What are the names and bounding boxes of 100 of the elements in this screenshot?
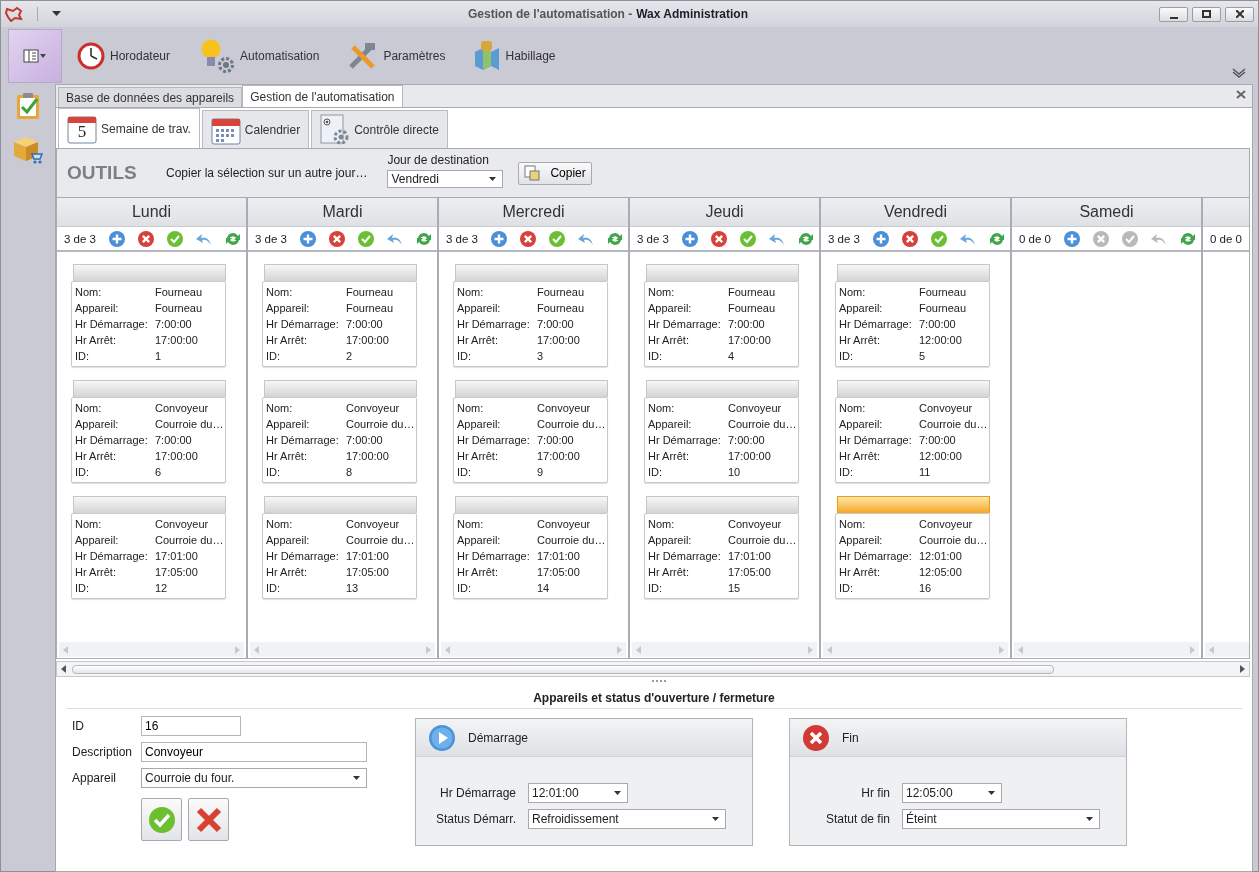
window-title: Gestion de l'automatisation - xyxy=(468,7,633,21)
view-tab[interactable]: Calendrier xyxy=(201,110,310,148)
dropdown-arrow-icon[interactable] xyxy=(489,176,497,181)
ribbon-button[interactable]: Horodateur xyxy=(76,40,171,71)
dropdown-arrow-icon[interactable] xyxy=(1086,817,1093,821)
dropdown-field[interactable]: Courroie du four. xyxy=(141,768,367,788)
splitter-grip[interactable] xyxy=(652,680,666,684)
collapse-ribbon-icon[interactable] xyxy=(1232,68,1246,78)
view-tab[interactable]: Contrôle directe xyxy=(311,110,448,148)
input-field[interactable]: 16 xyxy=(141,716,241,736)
field-label: Hr Arrêt: xyxy=(648,566,690,578)
card-header[interactable] xyxy=(455,264,608,281)
document-tab[interactable]: Base de données des appareils xyxy=(58,87,243,107)
box-cart-icon[interactable] xyxy=(12,134,44,164)
dropdown-arrow-icon[interactable] xyxy=(988,791,995,795)
dropdown-arrow-icon[interactable] xyxy=(353,776,360,780)
calendar-day-icon xyxy=(67,113,97,144)
card-header[interactable] xyxy=(837,264,990,281)
field-value: 11 xyxy=(919,466,931,478)
scroll-thumb[interactable] xyxy=(72,664,1054,674)
dropdown-field[interactable]: Refroidissement xyxy=(528,809,726,829)
card-header[interactable] xyxy=(73,496,226,513)
cancel-button[interactable] xyxy=(188,798,229,841)
horizontal-scrollbar[interactable] xyxy=(56,661,1250,677)
clock-icon[interactable] xyxy=(76,40,106,71)
device-card[interactable]: Nom: Convoyeur Appareil: Courroie du… Hr Démarrage: 17:01:00 Hr Arrêt: 17:05:00 ID: 15 xyxy=(644,513,799,599)
card-header[interactable] xyxy=(455,496,608,513)
card-header[interactable] xyxy=(264,496,417,513)
device-card[interactable]: Nom: Convoyeur Appareil: Courroie du… Hr Démarrage: 7:00:00 Hr Arrêt: 17:00:00 ID: 6 xyxy=(71,397,226,483)
delete-icon[interactable] xyxy=(901,229,919,248)
card-header[interactable] xyxy=(264,380,417,397)
card-header[interactable] xyxy=(837,496,990,513)
device-card[interactable]: Nom: Fourneau Appareil: Fourneau Hr Démarrage: 7:00:00 Hr Arrêt: 17:00:00 ID: 1 xyxy=(71,281,226,367)
device-card[interactable]: Nom: Fourneau Appareil: Fourneau Hr Démarrage: 7:00:00 Hr Arrêt: 12:00:00 ID: 5 xyxy=(835,281,990,367)
device-card[interactable]: Nom: Convoyeur Appareil: Courroie du… Hr Démarrage: 17:01:00 Hr Arrêt: 17:05:00 ID: 13 xyxy=(262,513,417,599)
delete-icon[interactable] xyxy=(519,229,537,248)
delete-icon[interactable] xyxy=(328,229,346,248)
ribbon-button[interactable]: Paramètres xyxy=(347,40,446,71)
device-card[interactable]: Nom: Fourneau Appareil: Fourneau Hr Démarrage: 7:00:00 Hr Arrêt: 17:00:00 ID: 4 xyxy=(644,281,799,367)
dropdown-arrow-icon[interactable] xyxy=(614,791,621,795)
clipboard-check-icon[interactable] xyxy=(15,92,41,120)
device-card[interactable]: Nom: Convoyeur Appareil: Courroie du… Hr Démarrage: 17:01:00 Hr Arrêt: 17:05:00 ID: 14 xyxy=(453,513,608,599)
copy-button[interactable]: Copier xyxy=(518,161,593,185)
device-card[interactable]: Nom: Convoyeur Appareil: Courroie du… Hr Démarrage: 12:01:00 Hr Arrêt: 12:05:00 ID: 16 xyxy=(835,513,990,599)
scroll-right-icon[interactable] xyxy=(1240,665,1245,673)
dropdown-field[interactable]: 12:01:00 xyxy=(528,783,628,803)
dropdown-field[interactable]: Éteint xyxy=(902,809,1100,829)
field-value: Fourneau xyxy=(728,302,776,314)
check-icon[interactable] xyxy=(1121,229,1139,248)
card-header[interactable] xyxy=(73,380,226,397)
check-icon[interactable] xyxy=(357,229,375,248)
add-icon[interactable] xyxy=(490,229,508,248)
dropdown-arrow-icon[interactable] xyxy=(52,11,61,17)
check-icon[interactable] xyxy=(739,229,757,248)
document-tab[interactable]: Gestion de l'automatisation xyxy=(242,85,403,107)
confirm-button[interactable] xyxy=(141,798,182,841)
check-icon[interactable] xyxy=(166,229,184,248)
delete-icon[interactable] xyxy=(710,229,728,248)
card-header[interactable] xyxy=(646,264,799,281)
check-icon[interactable] xyxy=(548,229,566,248)
device-card[interactable]: Nom: Convoyeur Appareil: Courroie du… Hr Démarrage: 7:00:00 Hr Arrêt: 17:00:00 ID: 9 xyxy=(453,397,608,483)
scroll-left-icon[interactable] xyxy=(61,665,66,673)
close-icon xyxy=(1235,10,1244,18)
add-icon[interactable] xyxy=(299,229,317,248)
app-logo-icon[interactable] xyxy=(5,6,23,22)
device-card[interactable]: Nom: Convoyeur Appareil: Courroie du… Hr Démarrage: 7:00:00 Hr Arrêt: 17:00:00 ID: 10 xyxy=(644,397,799,483)
minimize-button[interactable] xyxy=(1159,6,1188,22)
device-card[interactable]: Nom: Fourneau Appareil: Fourneau Hr Démarrage: 7:00:00 Hr Arrêt: 17:00:00 ID: 2 xyxy=(262,281,417,367)
device-card[interactable]: Nom: Convoyeur Appareil: Courroie du… Hr Démarrage: 17:01:00 Hr Arrêt: 17:05:00 ID: 12 xyxy=(71,513,226,599)
ribbon-button[interactable]: Habillage xyxy=(473,39,556,72)
add-icon[interactable] xyxy=(681,229,699,248)
destination-day-dropdown[interactable]: Vendredi xyxy=(387,169,504,188)
field-value: 7:00:00 xyxy=(537,318,574,330)
card-header[interactable] xyxy=(646,496,799,513)
ribbon-button[interactable]: Automatisation xyxy=(198,37,320,74)
app-menu-button[interactable] xyxy=(8,28,62,83)
dropdown-field[interactable]: 12:05:00 xyxy=(902,783,1002,803)
check-icon[interactable] xyxy=(930,229,948,248)
dropdown-arrow-icon[interactable] xyxy=(712,817,719,821)
view-tab[interactable]: 5 Semaine de trav. xyxy=(58,108,200,148)
delete-icon[interactable] xyxy=(137,229,155,248)
add-icon[interactable] xyxy=(108,229,126,248)
delete-icon[interactable] xyxy=(1092,229,1110,248)
device-card[interactable]: Nom: Convoyeur Appareil: Courroie du… Hr Démarrage: 7:00:00 Hr Arrêt: 12:00:00 ID: 11 xyxy=(835,397,990,483)
card-header[interactable] xyxy=(837,380,990,397)
paint-map-icon[interactable] xyxy=(473,39,502,72)
field-label: ID: xyxy=(75,350,91,362)
input-field[interactable]: Convoyeur xyxy=(141,742,367,762)
close-button[interactable] xyxy=(1225,6,1254,22)
device-card[interactable]: Nom: Fourneau Appareil: Fourneau Hr Démarrage: 7:00:00 Hr Arrêt: 17:00:00 ID: 3 xyxy=(453,281,608,367)
close-icon[interactable] xyxy=(1236,90,1246,99)
device-card[interactable]: Nom: Convoyeur Appareil: Courroie du… Hr Démarrage: 7:00:00 Hr Arrêt: 17:00:00 ID: 8 xyxy=(262,397,417,483)
maximize-button[interactable] xyxy=(1192,6,1221,22)
card-header[interactable] xyxy=(264,264,417,281)
add-icon[interactable] xyxy=(1063,229,1081,248)
card-header[interactable] xyxy=(646,380,799,397)
card-header[interactable] xyxy=(73,264,226,281)
field-label: Hr Arrêt: xyxy=(266,334,308,346)
add-icon[interactable] xyxy=(872,229,890,248)
card-header[interactable] xyxy=(455,380,608,397)
